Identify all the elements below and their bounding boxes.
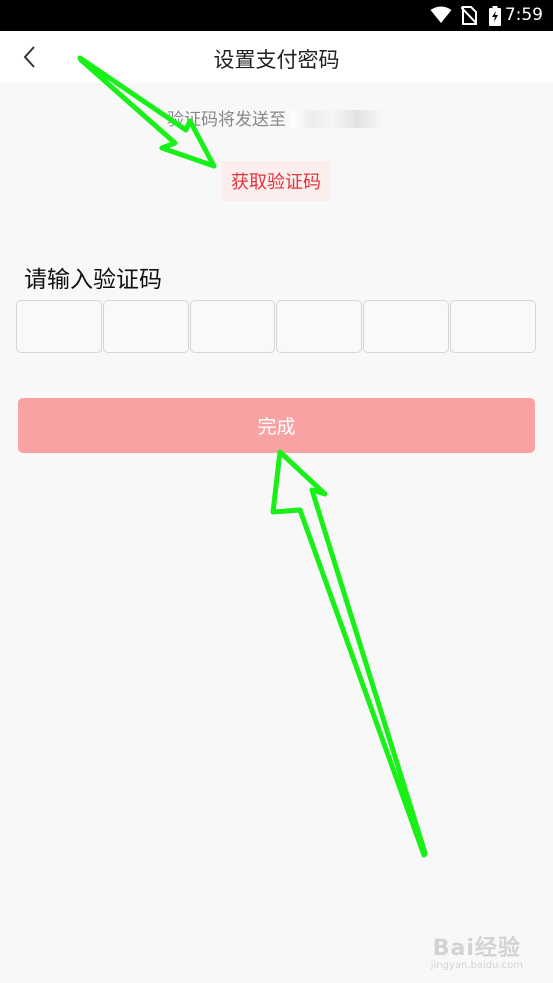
status-time: 7:59	[504, 5, 543, 25]
code-digit-6[interactable]	[450, 300, 536, 353]
status-bar: 7:59	[0, 0, 553, 31]
nav-bar: 设置支付密码	[0, 31, 553, 83]
code-digit-4[interactable]	[276, 300, 363, 353]
done-button[interactable]: 完成	[18, 398, 535, 453]
sent-to-info: 验证码将发送至	[0, 105, 553, 130]
code-digit-5[interactable]	[363, 300, 450, 353]
get-code-button[interactable]: 获取验证码	[222, 161, 330, 201]
page-title: 设置支付密码	[213, 48, 340, 72]
code-input-boxes	[16, 300, 536, 353]
wifi-icon	[430, 6, 452, 28]
no-sim-icon	[460, 6, 478, 29]
sent-to-label: 验证码将发送至	[167, 110, 286, 130]
baidu-jingyan-watermark: Bai经验 jingyan.baidu.com	[431, 930, 523, 971]
code-digit-3[interactable]	[189, 300, 276, 353]
masked-phone-number	[290, 110, 386, 128]
code-digit-2[interactable]	[102, 300, 189, 353]
arrow-to-done-button	[270, 449, 428, 858]
code-input-heading: 请输入验证码	[24, 267, 162, 293]
code-digit-1[interactable]	[16, 300, 102, 353]
annotation-arrows	[77, 55, 428, 858]
watermark-logo: Bai经验	[432, 936, 521, 961]
battery-charging-icon	[489, 6, 501, 30]
watermark-url: jingyan.baidu.com	[430, 960, 523, 971]
